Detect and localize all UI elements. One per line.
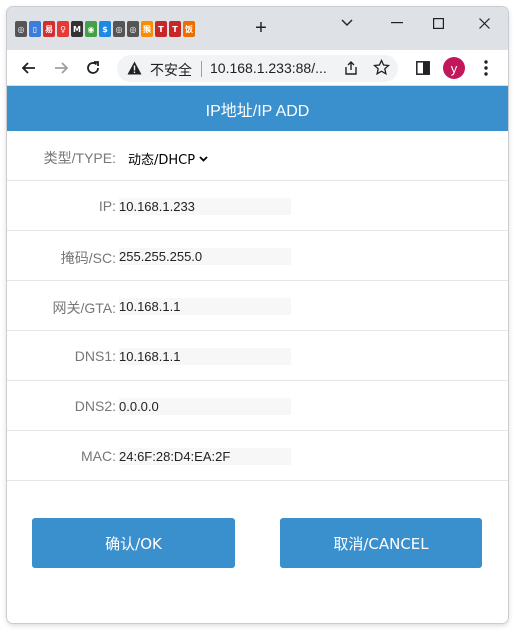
chevron-down-icon [341,19,353,26]
type-select[interactable]: 动态/DHCP [128,149,208,168]
ip-row: IP: 10.168.1.233 [7,181,508,231]
address-bar[interactable]: 不安全 10.168.1.233:88/... [117,55,398,82]
favicon-1-icon[interactable]: ◎ [15,21,27,37]
profile-avatar[interactable]: y [443,57,465,79]
page-title: IP地址/IP ADD [7,86,508,131]
favicon-12-icon[interactable]: T [169,21,181,37]
dns2-input[interactable]: 0.0.0.0 [119,398,291,415]
arrow-left-icon [21,62,35,74]
gateway-row: 网关/GTA: 10.168.1.1 [7,281,508,331]
type-row: 类型/TYPE: 动态/DHCP [7,131,508,181]
close-window-button[interactable] [472,13,496,33]
favicon-11-icon[interactable]: T [155,21,167,37]
kebab-menu-icon [484,60,488,76]
omnibox-divider [201,61,202,77]
favicon-4-icon[interactable]: ♀ [57,21,69,37]
bookmark-star-icon[interactable] [372,58,391,81]
forward-button[interactable] [49,56,73,80]
tab-search-button[interactable] [335,13,359,33]
gateway-label: 网关/GTA: [52,300,116,316]
favicon-2-icon[interactable]: ▯ [29,21,41,37]
ok-button[interactable]: 确认/OK [32,518,235,568]
minimize-icon [391,22,403,24]
back-button[interactable] [17,56,41,80]
mask-label: 掩码/SC: [60,250,116,266]
favicon-8-icon[interactable]: ◎ [113,21,125,37]
dns1-input[interactable]: 10.168.1.1 [119,348,291,365]
security-status-label[interactable]: 不安全 [150,60,192,80]
favicon-9-icon[interactable]: ◎ [127,21,139,37]
new-tab-button[interactable]: + [251,18,271,38]
ip-label: IP: [98,198,116,214]
tab-strip: ◎ ▯ 易 ♀ M ◉ $ ◎ ◎ 猴 T T 饭 + [7,7,508,50]
dns2-label: DNS2: [74,398,116,414]
favicon-7-icon[interactable]: $ [99,21,111,37]
favicon-10-icon[interactable]: 猴 [141,21,153,37]
pinned-tab-favicons: ◎ ▯ 易 ♀ M ◉ $ ◎ ◎ 猴 T T 饭 [15,21,195,37]
type-label: 类型/TYPE: [43,150,116,166]
browser-window: ◎ ▯ 易 ♀ M ◉ $ ◎ ◎ 猴 T T 饭 + 不安全 10.168.1… [7,7,508,623]
mask-row: 掩码/SC: 255.255.255.0 [7,231,508,281]
browser-menu-button[interactable] [474,56,498,80]
mask-input[interactable]: 255.255.255.0 [119,248,291,265]
type-select-value: 动态/DHCP [128,153,196,168]
ip-input[interactable]: 10.168.1.233 [119,198,291,215]
mac-input[interactable]: 24:6F:28:D4:EA:2F [119,448,291,465]
page-content: IP地址/IP ADD 类型/TYPE: 动态/DHCP IP: 10.168.1… [7,86,508,623]
dns2-row: DNS2: 0.0.0.0 [7,381,508,431]
share-icon[interactable] [343,60,359,81]
close-icon [478,17,490,29]
arrow-right-icon [55,62,69,74]
favicon-5-icon[interactable]: M [71,21,83,37]
reload-icon [87,61,99,74]
favicon-13-icon[interactable]: 饭 [183,21,195,37]
favicon-3-icon[interactable]: 易 [43,21,55,37]
maximize-icon [432,17,444,29]
maximize-button[interactable] [426,13,450,33]
warning-icon[interactable] [127,61,142,80]
side-panel-button[interactable] [411,56,435,80]
browser-toolbar: 不安全 10.168.1.233:88/... y [7,50,508,86]
cancel-button[interactable]: 取消/CANCEL [280,518,482,568]
gateway-input[interactable]: 10.168.1.1 [119,298,291,315]
chevron-down-icon [199,155,208,162]
dns1-label: DNS1: [74,348,116,364]
minimize-button[interactable] [385,13,409,33]
mac-label: MAC: [81,448,116,464]
dns1-row: DNS1: 10.168.1.1 [7,331,508,381]
url-text[interactable]: 10.168.1.233:88/... [210,60,327,76]
reload-button[interactable] [81,56,105,80]
side-panel-icon [416,61,430,75]
favicon-6-icon[interactable]: ◉ [85,21,97,37]
mac-row: MAC: 24:6F:28:D4:EA:2F [7,431,508,481]
